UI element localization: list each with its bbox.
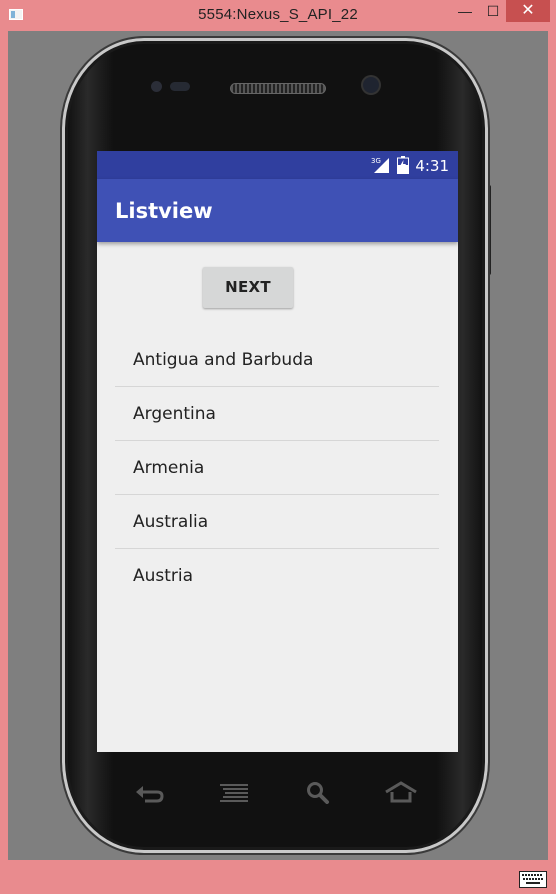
signal-icon: 3G: [371, 157, 389, 173]
window-border-right: [548, 31, 556, 860]
minimize-button[interactable]: —: [452, 0, 478, 22]
window-border-left: [0, 31, 8, 860]
country-list: Antigua and Barbuda Argentina Armenia Au…: [115, 333, 439, 603]
battery-icon: [397, 156, 409, 174]
app-title: Listview: [115, 199, 213, 223]
earpiece-speaker: [230, 83, 326, 94]
list-item[interactable]: Australia: [115, 495, 439, 549]
back-icon[interactable]: [133, 780, 167, 804]
proximity-sensor: [151, 81, 162, 92]
device-screen: 3G 4:31 Listview NEXT Antigua and Barbud…: [97, 151, 458, 752]
window-titlebar: 5554:Nexus_S_API_22 — ☐ ✕: [0, 0, 556, 31]
list-item[interactable]: Austria: [115, 549, 439, 603]
network-type: 3G: [371, 157, 381, 165]
emulator-bottom-bar: [0, 860, 556, 894]
app-bar: Listview: [97, 179, 458, 242]
close-button[interactable]: ✕: [506, 0, 550, 22]
status-time: 4:31: [415, 157, 449, 175]
list-item[interactable]: Armenia: [115, 441, 439, 495]
light-sensor: [170, 82, 190, 91]
front-camera: [363, 77, 379, 93]
status-bar: 3G 4:31: [97, 151, 458, 179]
list-item[interactable]: Antigua and Barbuda: [115, 333, 439, 387]
maximize-button[interactable]: ☐: [480, 0, 506, 22]
menu-icon[interactable]: [218, 780, 252, 804]
search-icon[interactable]: [302, 780, 336, 804]
keyboard-icon[interactable]: [519, 871, 547, 888]
home-icon[interactable]: [384, 780, 418, 804]
list-item[interactable]: Argentina: [115, 387, 439, 441]
next-button[interactable]: NEXT: [203, 267, 293, 308]
